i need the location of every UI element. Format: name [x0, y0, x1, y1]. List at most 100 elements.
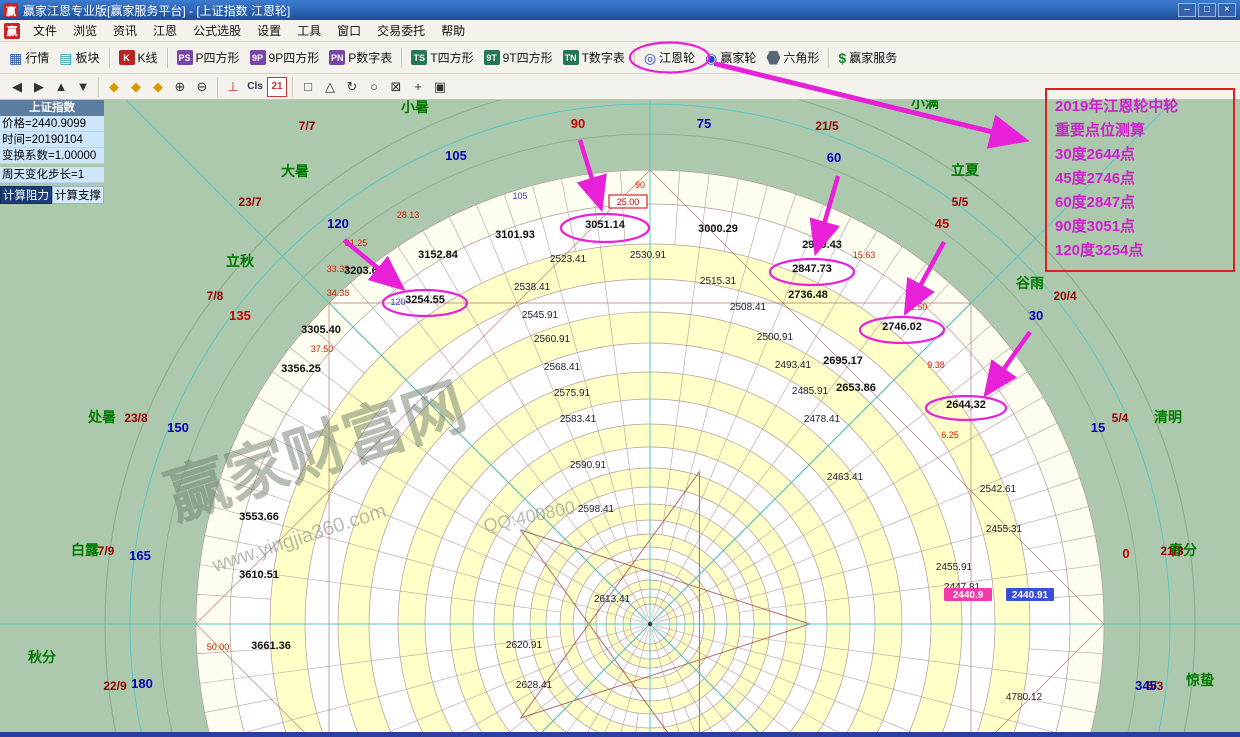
toolbar-item-winner-service[interactable]: $赢家服务	[833, 46, 902, 69]
close-button[interactable]: ×	[1218, 3, 1236, 17]
toolbar-item-winner-wheel[interactable]: ◉赢家轮	[700, 46, 761, 69]
wheel-label: 2560.91	[534, 334, 571, 345]
zoom-out-icon[interactable]: ⊖	[192, 77, 212, 97]
diamond-icon[interactable]: ◆	[126, 77, 146, 97]
filter-icon[interactable]: ▼	[73, 77, 93, 97]
circle-tool-icon[interactable]: ○	[364, 77, 384, 97]
toolbar-item-t-square[interactable]: TST四方形	[406, 46, 478, 69]
diamond-plus-icon[interactable]: ◆	[104, 77, 124, 97]
wheel-label: 7/8	[207, 289, 224, 303]
menu-item-formula-pick[interactable]: 公式选股	[185, 19, 249, 42]
index-info-panel: 上证指数 价格=2440.9099时间=20190104变换系数=1.00000…	[0, 100, 104, 204]
wheel-label: 2736.48	[788, 289, 828, 301]
wheel-label: 2695.17	[823, 355, 863, 367]
toolbar-item-kline[interactable]: KK线	[114, 46, 163, 69]
wheel-label: 2545.91	[522, 310, 559, 321]
wheel-label: 2598.41	[578, 504, 615, 515]
menu-item-window[interactable]: 窗口	[329, 19, 369, 42]
winner-service-icon: $	[838, 51, 846, 65]
toolbar-item-hexagon[interactable]: 六角形	[761, 46, 824, 69]
boxed-x-tool-icon[interactable]: ⊠	[386, 77, 406, 97]
toolbar-item-label: P数字表	[348, 49, 392, 66]
wheel-label: 105	[445, 148, 467, 163]
wheel-label: 立夏	[951, 162, 980, 178]
wheel-label: 秋分	[28, 649, 56, 665]
toolbar-item-gann-wheel[interactable]: ◎江恩轮	[639, 46, 700, 69]
rotate-tool-icon[interactable]: ↻	[342, 77, 362, 97]
diamond-minus-icon[interactable]: ◆	[148, 77, 168, 97]
winner-wheel-icon: ◉	[705, 51, 717, 65]
annotation-box: 2019年江恩轮中轮重要点位测算30度2644点45度2746点60度2847点…	[1045, 88, 1235, 272]
wheel-label: 37.50	[311, 344, 334, 354]
menu-item-news[interactable]: 资讯	[105, 19, 145, 42]
toolbar-separator	[634, 48, 635, 68]
wheel-label: 7/9	[98, 544, 115, 558]
forward-icon[interactable]: ▶	[29, 77, 49, 97]
maximize-button[interactable]: □	[1198, 3, 1216, 17]
clear-icon[interactable]: Cls	[245, 77, 265, 97]
menu-item-tools[interactable]: 工具	[289, 19, 329, 42]
magnet-icon[interactable]: ⊥	[223, 77, 243, 97]
menu-item-browse[interactable]: 浏览	[65, 19, 105, 42]
back-icon[interactable]: ◀	[7, 77, 27, 97]
gann-wheel-icon: ◎	[644, 51, 656, 65]
zoom-in-icon[interactable]: ⊕	[170, 77, 190, 97]
toolbar-item-sectors[interactable]: ▤板块	[54, 46, 104, 69]
minimize-button[interactable]: –	[1178, 3, 1196, 17]
calc-resistance-button[interactable]: 计算阻力	[0, 186, 52, 204]
wheel-label: 2644.32	[946, 399, 986, 411]
wheel-label: 2493.41	[775, 360, 812, 371]
wheel-label: 大暑	[281, 163, 309, 179]
wheel-label: 2575.91	[554, 388, 591, 399]
wheel-label: 3152.84	[418, 249, 459, 261]
toolbar-item-p-table[interactable]: PNP数字表	[324, 46, 397, 69]
toolbar-item-9t-square[interactable]: 9T9T四方形	[479, 46, 558, 69]
wheel-label: 30	[1029, 308, 1043, 323]
toolbar-separator	[292, 77, 293, 97]
lasso-tool-icon[interactable]: ▣	[430, 77, 450, 97]
wheel-label: 2523.41	[550, 254, 587, 265]
wheel-label: 60	[827, 150, 841, 165]
menu-item-trade[interactable]: 交易委托	[369, 19, 433, 42]
wheel-label: 90	[635, 180, 645, 190]
menu-item-help[interactable]: 帮助	[433, 19, 473, 42]
wheel-label: 谷雨	[1016, 275, 1044, 291]
up-marker-icon[interactable]: ▲	[51, 77, 71, 97]
toolbar-item-p-square[interactable]: PSP四方形	[172, 46, 245, 69]
rect-tool-icon[interactable]: □	[298, 77, 318, 97]
wheel-label: 2508.41	[730, 302, 767, 313]
wheel-label: 立秋	[226, 253, 255, 269]
app-logo-icon: 赢	[4, 23, 20, 39]
wheel-label: 135	[229, 308, 251, 323]
index-name: 上证指数	[0, 100, 104, 116]
wheel-label: 3356.25	[281, 363, 321, 375]
menu-item-gann[interactable]: 江恩	[145, 19, 185, 42]
crosshair-tool-icon[interactable]: +	[408, 77, 428, 97]
toolbar-separator	[109, 48, 110, 68]
menu-item-settings[interactable]: 设置	[249, 19, 289, 42]
wheel-label: 23/8	[124, 411, 148, 425]
wheel-label: 6.25	[941, 430, 959, 440]
wheel-label: 31.25	[345, 238, 368, 248]
window-title: 赢家江恩专业版[赢家服务平台] - [上证指数 江恩轮]	[23, 2, 290, 19]
toolbar-item-9p-square[interactable]: 9P9P四方形	[245, 46, 325, 69]
toolbar-item-quotes[interactable]: ▦行情	[4, 46, 54, 69]
wheel-label: 2538.41	[514, 282, 551, 293]
wheel-label: 2613.41	[594, 594, 631, 605]
toolbar-item-t-table[interactable]: TNT数字表	[558, 46, 630, 69]
wheel-label: 小暑	[401, 100, 429, 115]
calendar-icon[interactable]: 21	[267, 77, 287, 97]
toolbar-item-label: 赢家轮	[720, 49, 756, 66]
wheel-label: 3254.55	[405, 294, 445, 306]
wheel-label: 3610.51	[239, 569, 279, 581]
toolbar-item-label: 江恩轮	[659, 49, 695, 66]
9p-square-icon: 9P	[250, 50, 266, 65]
triangle-tool-icon[interactable]: △	[320, 77, 340, 97]
calc-support-button[interactable]: 计算支撑	[52, 186, 104, 204]
menu-item-file[interactable]: 文件	[25, 19, 65, 42]
wheel-label: 3305.40	[301, 324, 341, 336]
t-table-icon: TN	[563, 50, 579, 65]
wheel-label: 5/4	[1112, 411, 1129, 425]
wheel-label: 3051.14	[585, 219, 626, 231]
wheel-label: 3101.93	[495, 229, 535, 241]
